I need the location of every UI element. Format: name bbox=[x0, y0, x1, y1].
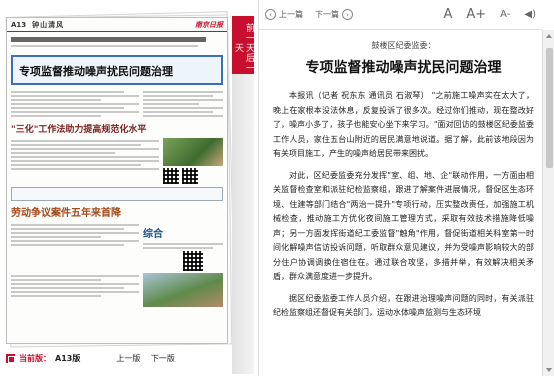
scroll-thumb[interactable] bbox=[546, 48, 553, 168]
day-switch-tab[interactable]: 前一天后一天 bbox=[232, 16, 254, 74]
prev-article-label: 上一篇 bbox=[279, 10, 303, 19]
font-default-button[interactable]: A bbox=[443, 7, 452, 22]
current-edition-label: 当前版： bbox=[19, 353, 51, 363]
chevron-right-icon: › bbox=[342, 9, 353, 20]
news-photo-field bbox=[163, 138, 223, 166]
current-edition-page: A13版 bbox=[55, 353, 81, 363]
edition-icon bbox=[6, 353, 15, 363]
scroll-down-arrow-icon[interactable] bbox=[546, 368, 552, 372]
edition-bar: 当前版： A13版 上一版 下一版 bbox=[6, 348, 228, 368]
article-scrollbar[interactable] bbox=[542, 30, 554, 376]
next-article-button[interactable]: 下一篇 › bbox=[315, 9, 353, 20]
article-text-columns bbox=[11, 89, 139, 119]
qr-code-icon bbox=[183, 251, 203, 271]
newspaper-panel: A13 钟山清风 南京日报 专项监督推动噪声扰民问题治理 "三化"工作法助力提高… bbox=[0, 0, 237, 376]
article-paragraph: 对此，区纪委监委充分发挥"室、组、地、企"联动作用，一方面由相关监督检查室和派驻… bbox=[273, 170, 534, 282]
edition-nav: 上一版 下一版 bbox=[116, 353, 183, 364]
article-body: 鼓楼区纪委监委： 专项监督推动噪声扰民问题治理 本报讯（记者 祝东东 通讯员 石… bbox=[259, 30, 542, 376]
next-article-label: 下一篇 bbox=[315, 10, 339, 19]
font-tools: A A+ A- ◀) bbox=[429, 7, 536, 22]
font-increase-button[interactable]: A+ bbox=[466, 7, 486, 22]
tab-shadow bbox=[232, 74, 254, 374]
newspaper-page[interactable]: A13 钟山清风 南京日报 专项监督推动噪声扰民问题治理 "三化"工作法助力提高… bbox=[6, 17, 228, 344]
next-edition-link[interactable]: 下一版 bbox=[151, 354, 175, 363]
article-panel: ‹ 上一篇 下一篇 › A A+ A- ◀) 鼓楼区纪委监委： 专项监督推动噪声… bbox=[258, 0, 554, 376]
prev-edition-link[interactable]: 上一版 bbox=[116, 354, 140, 363]
newspaper-lower-article-title[interactable]: 劳动争议案件五年来首降 bbox=[11, 204, 223, 219]
prev-article-button[interactable]: ‹ 上一篇 bbox=[265, 9, 303, 20]
article-toolbar: ‹ 上一篇 下一篇 › A A+ A- ◀) bbox=[259, 0, 542, 30]
qr-code-icon bbox=[182, 168, 198, 184]
newspaper-front-article-title[interactable]: 专项监督推动噪声扰民问题治理 bbox=[11, 55, 223, 85]
newspaper-section-name: 钟山清风 bbox=[32, 20, 65, 29]
divider-banner bbox=[11, 187, 223, 201]
newspaper-header: A13 钟山清风 南京日报 bbox=[7, 18, 227, 32]
newspaper-page-number: A13 bbox=[11, 20, 27, 29]
speaker-icon[interactable]: ◀) bbox=[524, 9, 536, 20]
newspaper-column-label: 综合 bbox=[143, 229, 163, 240]
page: A13 钟山清风 南京日报 专项监督推动噪声扰民问题治理 "三化"工作法助力提高… bbox=[0, 0, 554, 376]
qr-code-icon bbox=[163, 168, 179, 184]
article-headline: 专项监督推动噪声扰民问题治理 bbox=[305, 60, 502, 76]
article-paragraph: 据区纪委监委工作人员介绍，在跟进治理噪声问题的同时，有关派驻纪检监察组还督促有关… bbox=[273, 293, 534, 318]
article-text-columns-right bbox=[143, 89, 223, 119]
article-paragraph: 本报讯（记者 祝东东 通讯员 石淑琴） "之前施工噪声实在太大了，晚上在家根本没… bbox=[273, 91, 534, 158]
font-decrease-button[interactable]: A- bbox=[500, 9, 510, 20]
article-eyebrow: 鼓楼区纪委监委： bbox=[371, 41, 436, 50]
scroll-up-arrow-icon[interactable] bbox=[546, 34, 552, 38]
news-photo-garden bbox=[143, 273, 223, 307]
top-text-block bbox=[7, 32, 227, 51]
newspaper-logo: 南京日报 bbox=[195, 20, 223, 29]
chevron-left-icon: ‹ bbox=[265, 9, 276, 20]
newspaper-sub-article-title[interactable]: "三化"工作法助力提高规范化水平 bbox=[11, 122, 223, 135]
